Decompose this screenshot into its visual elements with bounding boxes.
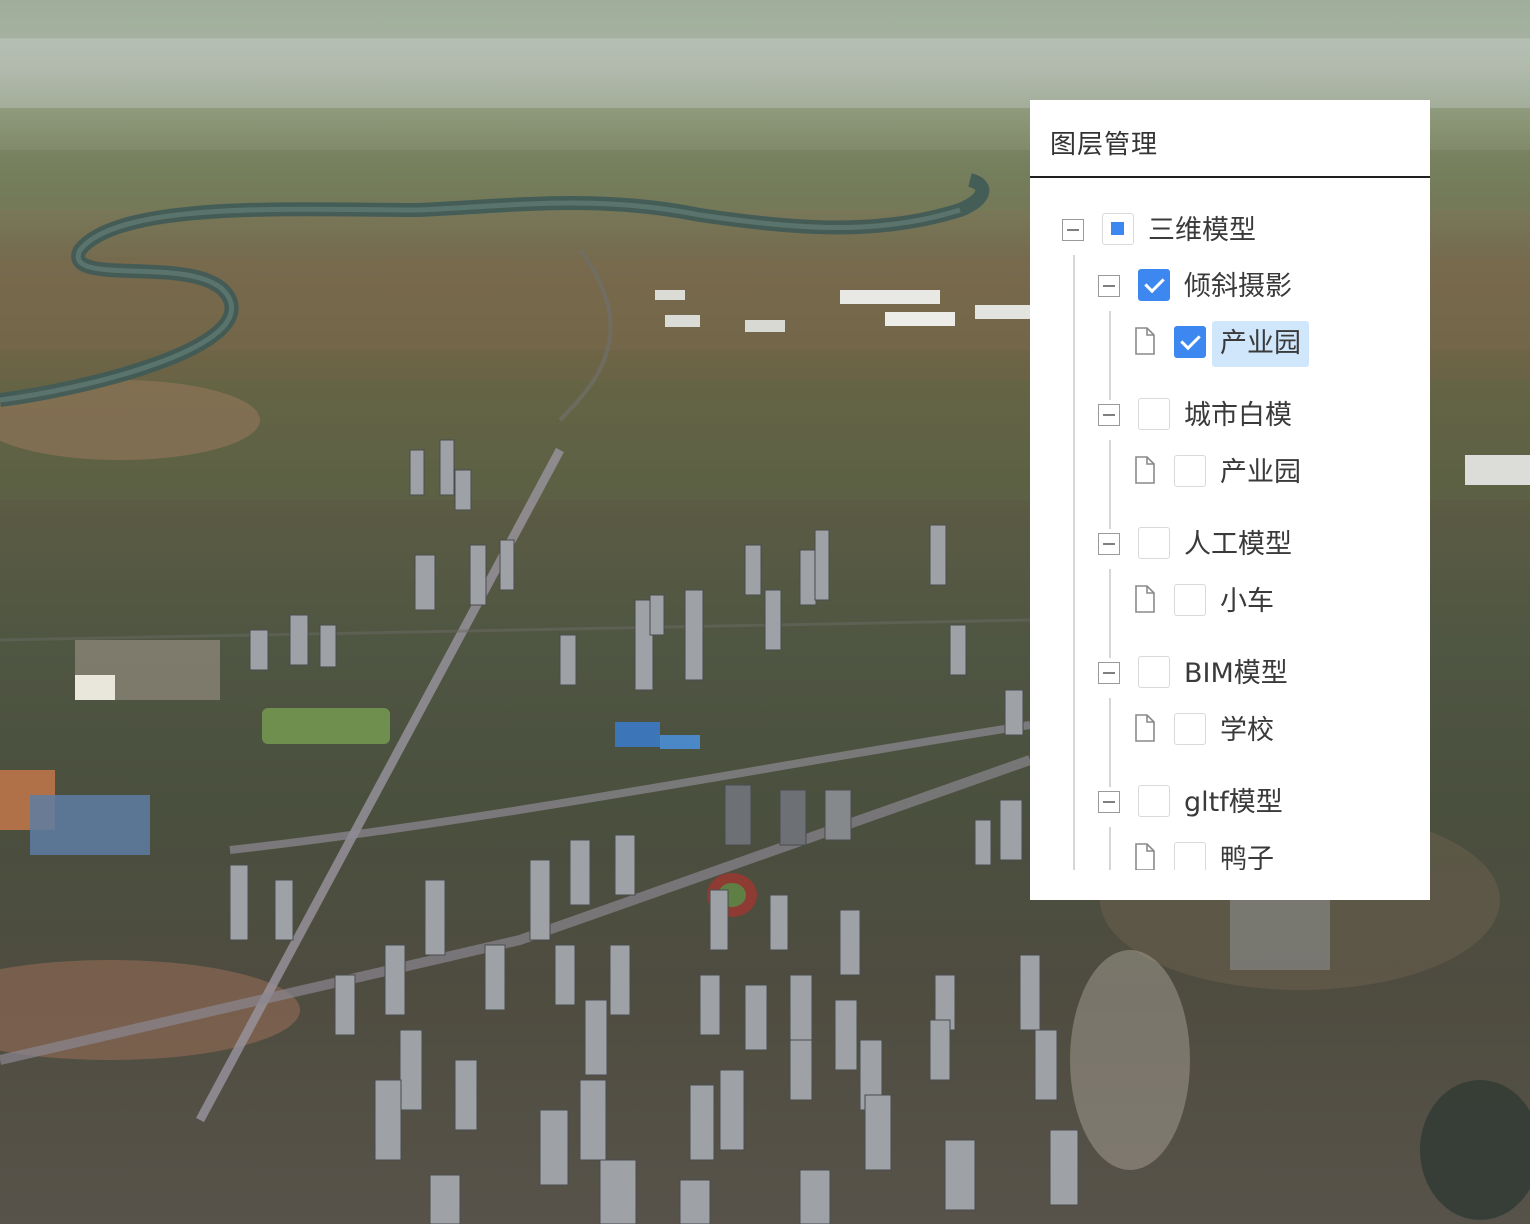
layer-checkbox[interactable]: [1138, 785, 1170, 817]
tree-group-node[interactable]: 人工模型: [1030, 521, 1430, 567]
3d-map-viewer[interactable]: 图层管理 三维模型 倾斜摄影 产业园 城市白模 产业园 人工模型 小车 BIM模型 学校 gltf…: [0, 0, 1530, 1224]
layer-label[interactable]: 城市白模: [1176, 396, 1300, 436]
file-icon: [1135, 843, 1155, 870]
file-icon: [1135, 456, 1155, 484]
tree-leaf-node[interactable]: 学校: [1030, 707, 1430, 753]
layer-checkbox[interactable]: [1102, 213, 1134, 245]
layer-label[interactable]: gltf模型: [1176, 783, 1291, 823]
collapse-toggle-icon[interactable]: [1098, 275, 1120, 297]
layer-label[interactable]: 学校: [1212, 711, 1282, 751]
tree-group-node[interactable]: 城市白模: [1030, 392, 1430, 438]
layer-label[interactable]: 鸭子: [1212, 840, 1282, 870]
layer-checkbox[interactable]: [1174, 842, 1206, 870]
tree-leaf-node[interactable]: 小车: [1030, 578, 1430, 624]
tree-group-node[interactable]: gltf模型: [1030, 779, 1430, 825]
file-icon: [1135, 714, 1155, 742]
layer-label[interactable]: 三维模型: [1140, 211, 1264, 251]
layer-checkbox[interactable]: [1138, 269, 1170, 301]
tree-guide-line: [1109, 698, 1111, 787]
layer-label[interactable]: 倾斜摄影: [1176, 267, 1300, 307]
collapse-toggle-icon[interactable]: [1062, 219, 1084, 241]
tree-group-node[interactable]: 倾斜摄影: [1030, 263, 1430, 309]
tree-leaf-node[interactable]: 鸭子: [1030, 836, 1430, 870]
tree-leaf-node[interactable]: 产业园: [1030, 320, 1430, 367]
layer-checkbox[interactable]: [1174, 584, 1206, 616]
layer-label[interactable]: 产业园: [1212, 321, 1309, 367]
tree-guide-line: [1109, 311, 1111, 400]
layer-checkbox[interactable]: [1174, 713, 1206, 745]
layer-checkbox[interactable]: [1138, 398, 1170, 430]
layer-checkbox[interactable]: [1138, 527, 1170, 559]
layer-checkbox[interactable]: [1174, 326, 1206, 358]
panel-title: 图层管理: [1050, 130, 1159, 160]
collapse-toggle-icon[interactable]: [1098, 662, 1120, 684]
tree-guide-line: [1073, 255, 1075, 870]
layer-label[interactable]: BIM模型: [1176, 654, 1296, 694]
panel-header: 图层管理: [1030, 100, 1430, 178]
file-icon: [1135, 585, 1155, 613]
layer-label[interactable]: 人工模型: [1176, 525, 1300, 565]
collapse-toggle-icon[interactable]: [1098, 791, 1120, 813]
tree-guide-line: [1109, 827, 1111, 870]
tree-guide-line: [1109, 440, 1111, 529]
tree-guide-line: [1109, 569, 1111, 658]
layer-checkbox[interactable]: [1138, 656, 1170, 688]
layer-manager-panel: 图层管理 三维模型 倾斜摄影 产业园 城市白模 产业园 人工模型 小车 BIM模型 学校 gltf…: [1030, 100, 1430, 900]
tree-group-node[interactable]: BIM模型: [1030, 650, 1430, 696]
collapse-toggle-icon[interactable]: [1098, 533, 1120, 555]
layer-label[interactable]: 小车: [1212, 582, 1282, 622]
layer-checkbox[interactable]: [1174, 455, 1206, 487]
file-icon: [1135, 327, 1155, 355]
layer-tree[interactable]: 三维模型 倾斜摄影 产业园 城市白模 产业园 人工模型 小车 BIM模型 学校 gltf模型 鸭子: [1030, 180, 1430, 870]
tree-leaf-node[interactable]: 产业园: [1030, 449, 1430, 495]
collapse-toggle-icon[interactable]: [1098, 404, 1120, 426]
tree-group-node[interactable]: 三维模型: [1030, 207, 1430, 253]
layer-label[interactable]: 产业园: [1212, 453, 1309, 493]
